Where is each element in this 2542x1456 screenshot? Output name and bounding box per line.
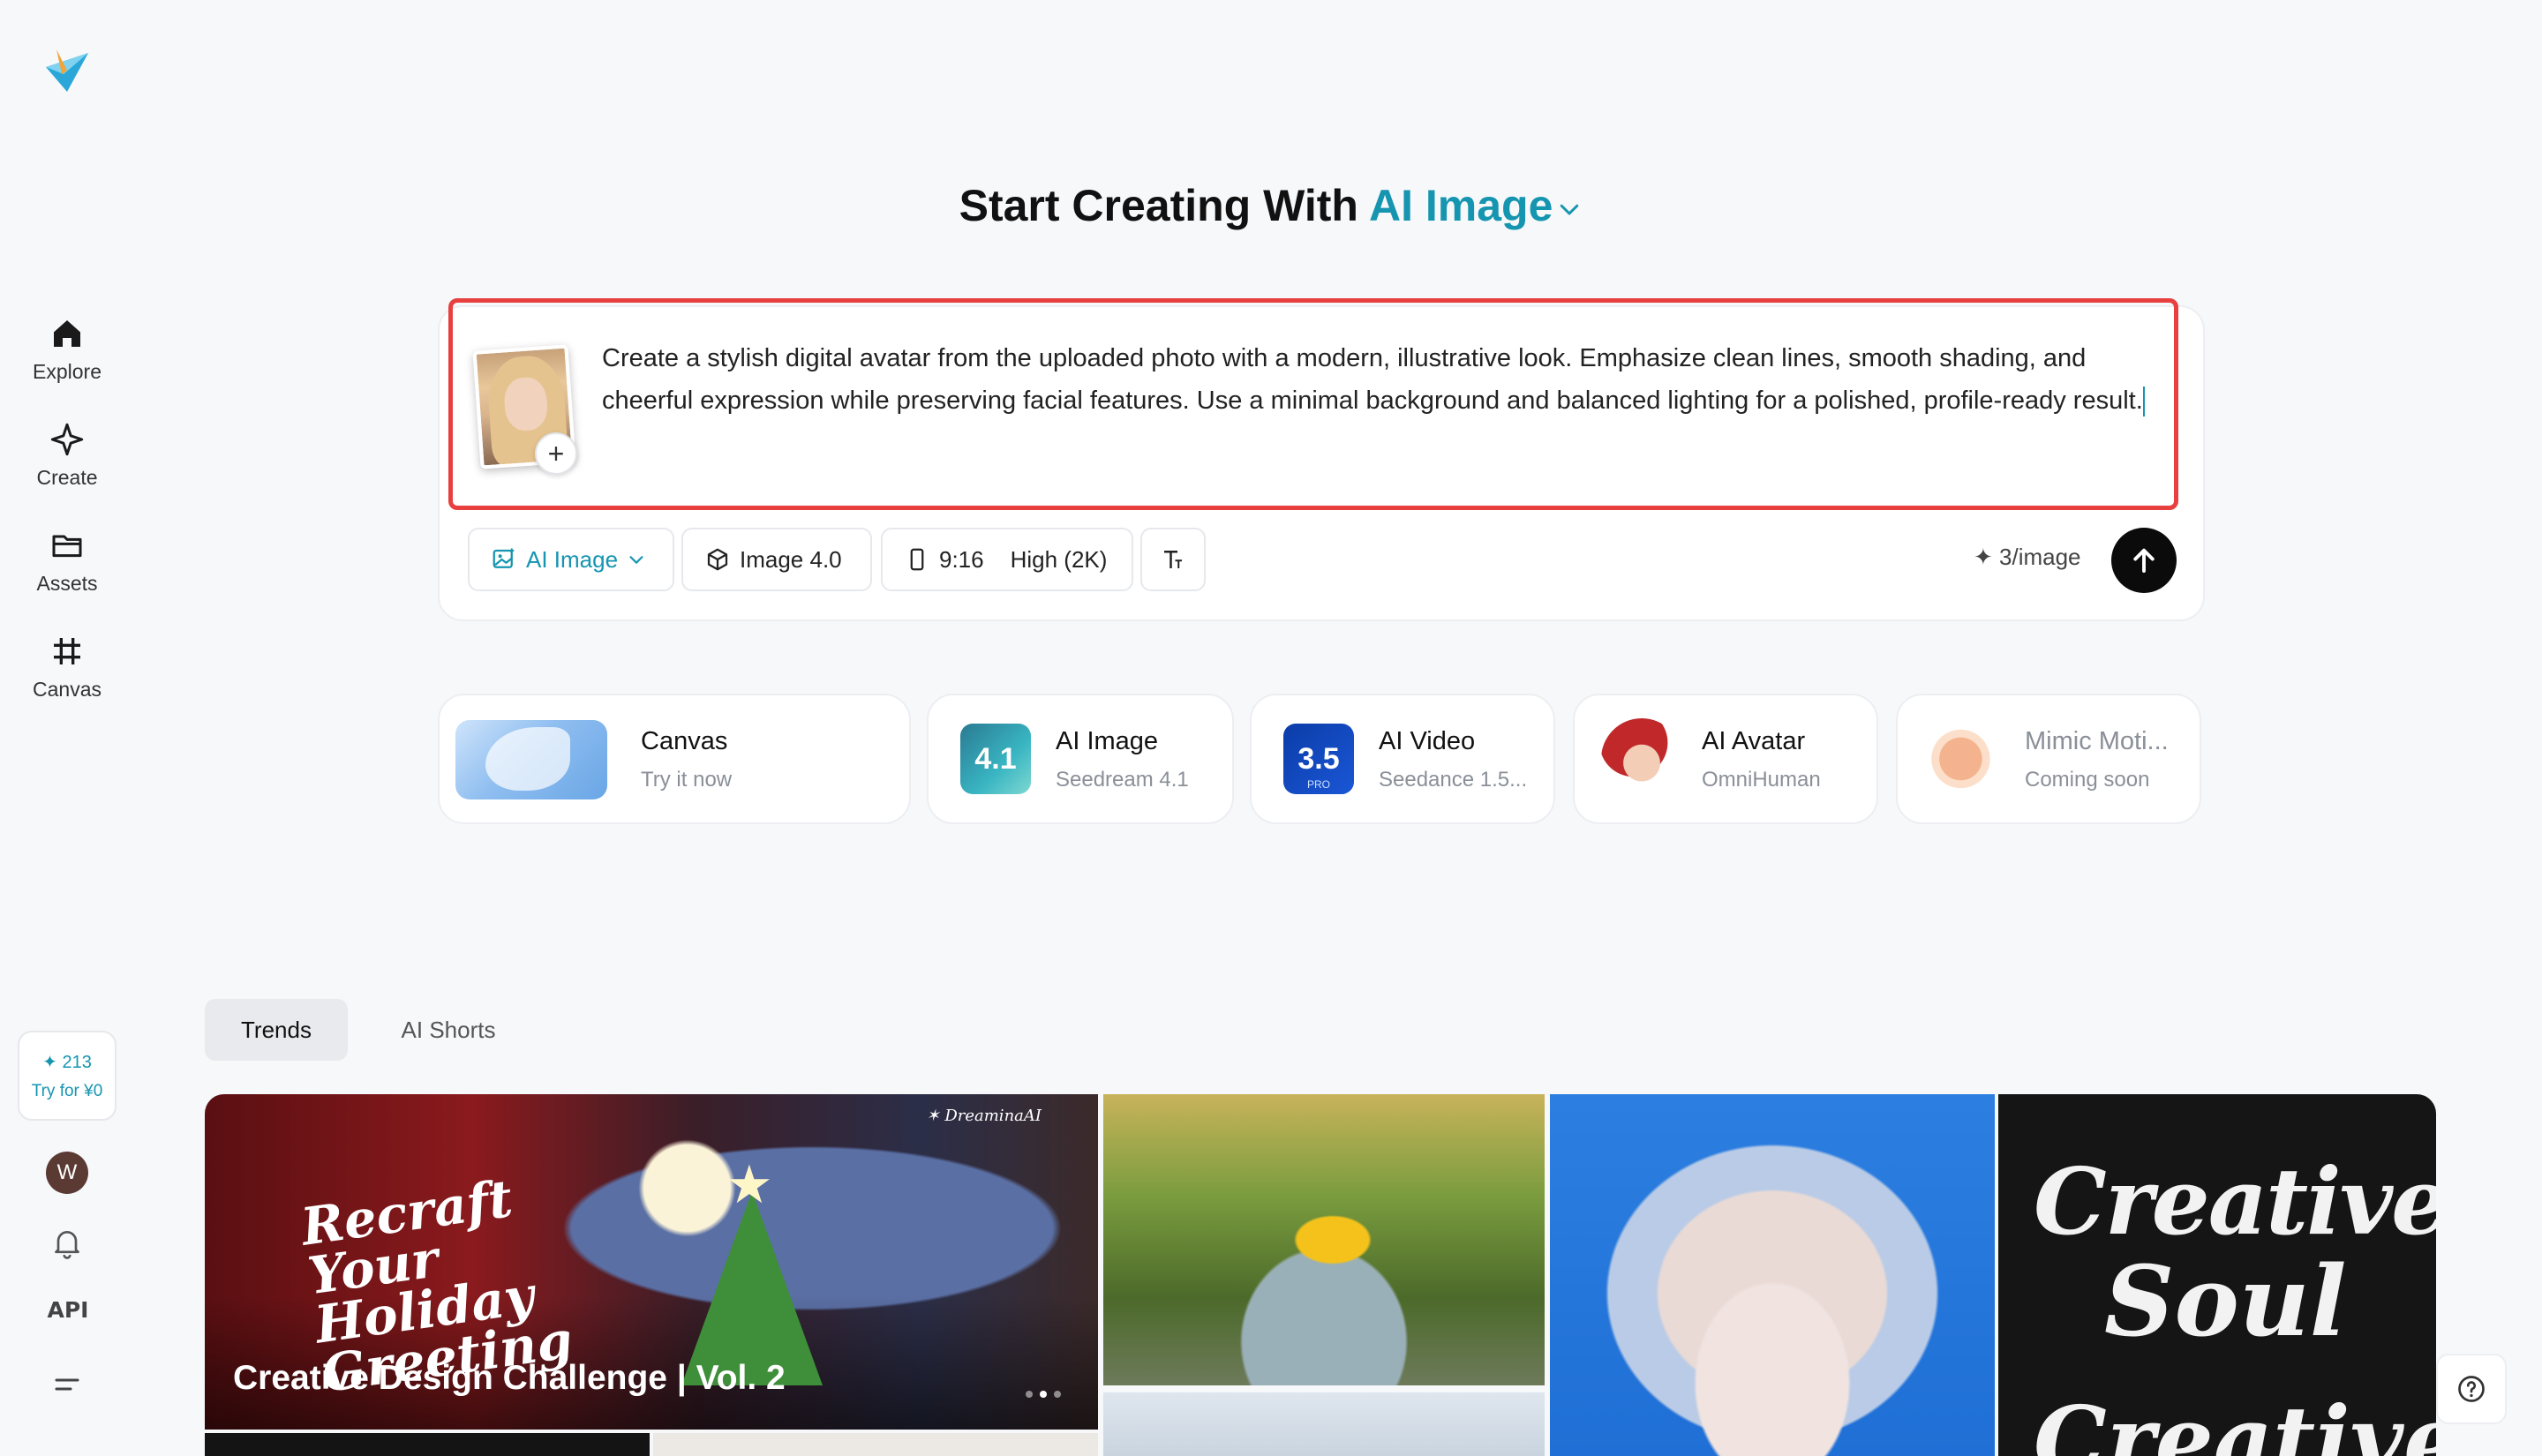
folder-icon [52,535,82,558]
seedance-badge-version: 3.5 [1297,741,1340,776]
tool-card-ai-image[interactable]: 4.1 AI Image Seedream 4.1 [927,694,1234,824]
pegasus-wing-shape [485,727,570,791]
carousel-dot[interactable] [1054,1391,1061,1398]
image-icon [493,548,515,568]
poster-text: Creative [2034,1385,2436,1456]
sidebar-item-explore[interactable]: Explore [0,316,134,404]
prompt-text: Create a stylish digital avatar from the… [602,344,2143,415]
mode-dropdown[interactable]: AI Image [468,528,674,591]
quality-label: High (2K) [1010,545,1108,573]
tool-title: AI Video [1379,727,1476,755]
model-selector-label: Image 4.0 [740,545,842,573]
app-logo-icon[interactable] [41,44,94,97]
tool-card-ai-avatar[interactable]: AI Avatar OmniHuman [1573,694,1878,824]
carousel-dot-active[interactable] [1040,1391,1047,1398]
help-button[interactable] [2436,1354,2507,1424]
gallery-item-light[interactable] [653,1433,1098,1456]
avatar-character-icon [1601,718,1682,799]
cube-icon [707,548,728,571]
generate-button[interactable] [2111,528,2177,593]
api-link[interactable]: API [42,1297,94,1323]
text-caret [2142,387,2145,417]
tool-subtitle: Try it now [641,768,733,792]
seedance-badge-pro: PRO [1306,778,1330,791]
mode-switcher[interactable]: AI Image [1369,181,1583,230]
poster-text: Soul [2104,1244,2347,1358]
tool-subtitle: Seedance 1.5... [1379,768,1528,792]
aspect-quality-selector[interactable]: 9:16 High (2K) [881,528,1133,591]
credits-trial-button[interactable]: ✦ 213 Try for ¥0 [18,1031,117,1121]
try-free-label: Try for ¥0 [31,1081,103,1100]
gallery-item-raincoat-child[interactable] [1103,1094,1545,1385]
bell-icon[interactable] [49,1225,85,1260]
seedream-badge-icon: 4.1 [960,724,1031,794]
chevron-down-icon [1561,204,1579,215]
gallery-item-dark[interactable] [205,1433,650,1456]
tool-title: Mimic Moti... [2025,727,2169,755]
home-icon [54,320,80,347]
question-circle-icon [2458,1376,2485,1402]
sidebar-item-label: Assets [36,572,98,595]
gallery-item-veiled-portrait[interactable] [1550,1094,1995,1456]
mimic-motion-icon [1924,718,2005,799]
title-prefix: Start Creating With [959,181,1358,230]
prompt-input[interactable]: Create a stylish digital avatar from the… [602,337,2155,422]
gallery-item-sky[interactable] [1103,1392,1545,1456]
phone-ratio-icon [910,548,924,571]
arrow-up-icon [2133,548,2155,573]
tool-title: AI Image [1056,727,1159,755]
tab-trends[interactable]: Trends [205,999,348,1061]
page-title: Start Creating With AI Image [0,180,2542,231]
sidebar-item-assets[interactable]: Assets [0,528,134,616]
add-reference-button[interactable]: + [535,432,577,475]
aspect-ratio-label: 9:16 [939,545,984,573]
tool-subtitle: Coming soon [2025,768,2150,792]
poster-text: Creative [2034,1147,2436,1256]
credits-count: ✦ 213 [42,1052,92,1072]
text-settings-button[interactable] [1140,528,1206,591]
tool-title: AI Avatar [1702,727,1806,755]
tool-subtitle: Seedream 4.1 [1056,768,1189,792]
tool-card-canvas[interactable]: Canvas Try it now [438,694,911,824]
text-format-icon [1164,551,1182,568]
model-selector[interactable]: Image 4.0 [681,528,872,591]
sparkle-icon [50,423,84,456]
featured-caption: Creative Design Challenge | Vol. 2 [233,1359,786,1397]
mode-switcher-label: AI Image [1368,181,1553,230]
tool-subtitle: OmniHuman [1702,768,1821,792]
chevron-down-icon [629,556,643,564]
avatar[interactable]: W [46,1152,88,1194]
sidebar-item-create[interactable]: Create [0,422,134,510]
crop-icon [54,638,80,664]
pegasus-thumbnail-icon [455,720,607,799]
tool-title: Canvas [641,727,728,755]
sidebar-item-label: Create [36,466,98,489]
carousel-dot[interactable] [1026,1391,1033,1398]
brand-watermark: ✶ DreaminaAI [926,1107,1042,1125]
tool-card-mimic-motion[interactable]: Mimic Moti... Coming soon [1896,694,2201,824]
star-icon: ★ [726,1155,773,1214]
carousel-dots[interactable] [1026,1391,1061,1398]
gallery-item-creative-soul[interactable]: Creative Soul Creative [1998,1094,2436,1456]
seedance-badge-icon: 3.5 PRO [1283,724,1354,794]
cost-per-image: ✦ 3/image [1974,544,2081,570]
gallery-featured-card[interactable]: ★ Recraft Your Holiday Greeting ✶ Dreami… [205,1094,1098,1430]
mode-dropdown-label: AI Image [526,545,619,573]
tab-ai-shorts[interactable]: AI Shorts [371,999,526,1061]
tool-card-ai-video[interactable]: 3.5 PRO AI Video Seedance 1.5... [1250,694,1555,824]
sidebar-item-label: Explore [33,360,102,383]
sidebar-item-canvas[interactable]: Canvas [0,634,134,722]
sidebar-item-label: Canvas [33,678,102,701]
menu-icon[interactable] [51,1371,83,1398]
christmas-tree-shape [681,1191,823,1385]
